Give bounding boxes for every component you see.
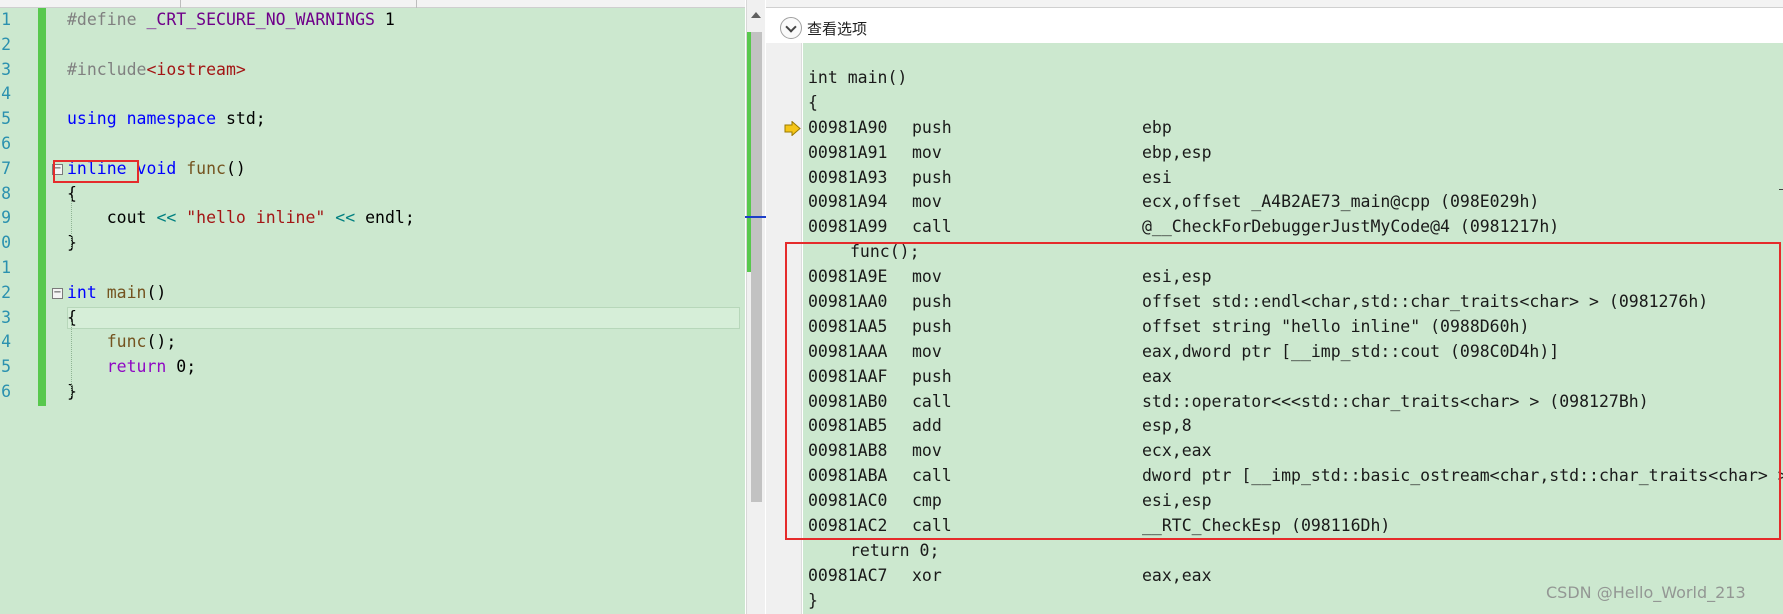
identifier-cout: cout [106,208,147,228]
asm-operands: @__CheckForDebuggerJustMyCode@4 (0981217… [1142,217,1560,237]
macro-value: 1 [384,10,395,29]
preprocessor-include: #include [67,59,147,79]
asm-mnemonic: xor [912,565,942,585]
asm-mnemonic: call [912,217,952,237]
view-options-toggle[interactable]: 查看选项 [780,16,867,40]
collapse-toggle-main[interactable]: − [52,287,63,299]
asm-mnemonic: mov [912,192,942,212]
inlined-code-highlight [785,242,1781,540]
main-params: () [146,282,167,302]
asm-instruction-row[interactable]: 00981A93 push esi [804,166,1783,191]
keyword-int: int [67,282,97,302]
keyword-return: return [106,357,167,377]
asm-rows-before: 00981A90 push ebp 00981A91 mov ebp,esp 00981A9… [784,116,1783,240]
view-options-label: 查看选项 [807,19,868,38]
indent-guide [71,322,72,396]
return-value: 0; [176,357,197,377]
instruction-pointer-arrow-icon [784,120,801,136]
asm-operands: eax,eax [1142,565,1212,585]
asm-address: 00981A99 [808,217,888,237]
keyword-using: using [67,109,117,129]
asm-operands: ecx,offset _A4B2AE73_main@cpp (098E029h) [1142,192,1540,212]
code-line-14: func(); [0,330,740,355]
code-line-3: #include<iostream> [0,58,740,83]
code-line-13-current: { [0,306,740,331]
asm-mnemonic: push [912,167,952,187]
scroll-up-arrow-icon[interactable] [751,12,761,18]
keyword-void: void [136,158,177,178]
asm-address: 00981AC7 [808,565,888,585]
code-line-16: } [0,380,740,405]
source-brace-open: { [808,92,818,112]
source-editor[interactable]: 1234567890123456 #define _CRT_SECURE_NO_… [0,0,745,614]
asm-instruction-row[interactable]: 00981A99 call @__CheckForDebuggerJustMyCod… [804,215,1783,240]
call-args: (); [146,332,177,352]
code-line-15: return 0; [0,355,740,380]
code-line-12: − int main() [0,281,740,306]
call-func: func [106,332,147,352]
watermark: CSDN @Hello_World_213 [1546,583,1746,602]
stream-operator: << [156,208,177,228]
asm-instruction-row[interactable]: 00981A90 push ebp [784,116,1783,141]
editor-vertical-scrollbar[interactable] [745,0,766,614]
include-header: <iostream> [146,59,246,79]
asm-address: 00981A91 [808,142,888,162]
member-dropdown[interactable] [416,0,745,8]
asm-instruction-row[interactable]: 00981A94 mov ecx,offset _A4B2AE73_main@cpp… [804,190,1783,215]
source-return: return 0; [850,540,940,560]
keyword-namespace: namespace [126,109,217,129]
asm-operands: ebp [1142,117,1172,137]
code-line-5: using namespace std; [0,107,740,132]
asm-address: 00981A90 [808,117,888,137]
namespace-std: std; [225,109,266,129]
source-header: int main() [808,68,908,87]
macro-name: _CRT_SECURE_NO_WARNINGS [146,10,375,29]
asm-mnemonic: mov [912,142,942,162]
indent-guide [71,198,72,248]
function-name-main: main [106,282,147,302]
scrollbar-caret-marker [745,216,766,218]
scrollbar-thumb[interactable] [751,32,762,502]
asm-source-line: { [804,91,1783,116]
code-lines[interactable]: #define _CRT_SECURE_NO_WARNINGS 1 #inclu… [0,8,740,405]
asm-source-line: return 0; [804,539,1783,564]
asm-operands: ebp,esp [1142,142,1212,162]
asm-instruction-row[interactable]: 00981A91 mov ebp,esp [804,141,1783,166]
edge-tick [1779,189,1783,190]
preprocessor-define: #define [67,10,137,29]
code-line-10: } [0,231,740,256]
asm-address: 00981A94 [808,192,888,212]
asm-mnemonic: push [912,117,952,137]
address-bar[interactable] [766,0,1783,8]
editor-navigation-bar [0,0,745,8]
code-line-1: #define _CRT_SECURE_NO_WARNINGS 1 [0,8,740,33]
asm-operands: esi [1142,167,1172,187]
scope-dropdown[interactable] [180,0,414,8]
asm-source-line: int main() [804,66,1783,91]
chevron-down-icon[interactable] [780,17,802,39]
inline-keyword-highlight [53,160,139,183]
asm-address: 00981A93 [808,167,888,187]
func-params: () [225,158,246,178]
string-literal: "hello inline" [186,208,326,228]
code-line-8: { [0,182,740,207]
code-line-9: cout << "hello inline" << endl; [0,206,740,231]
identifier-endl: endl; [365,208,415,228]
stream-operator: << [335,208,356,228]
source-brace-close: } [808,590,818,610]
function-name-func: func [186,158,226,178]
